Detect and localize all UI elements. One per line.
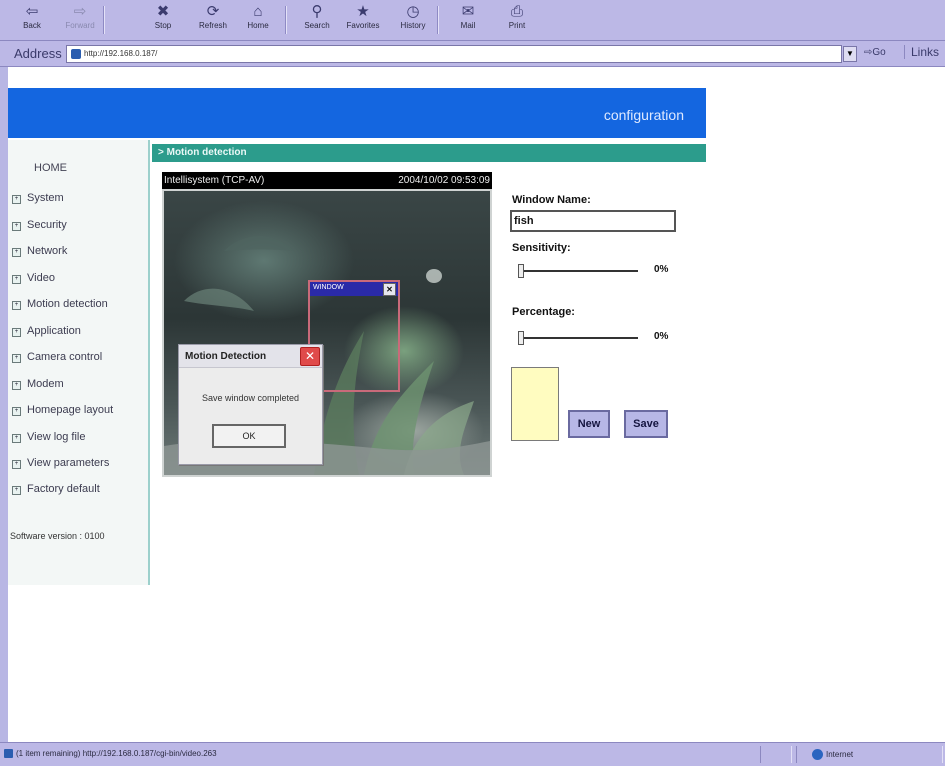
save-button[interactable]: Save bbox=[624, 410, 668, 438]
slider-track bbox=[518, 337, 638, 339]
expand-icon: + bbox=[12, 195, 21, 204]
expand-icon: + bbox=[12, 486, 21, 495]
sidebar-item-security[interactable]: + Security bbox=[12, 219, 67, 231]
sidebar-item-factory-default[interactable]: + Factory default bbox=[12, 483, 100, 495]
sidebar-item-home[interactable]: HOME bbox=[34, 162, 67, 174]
go-button[interactable]: ⇨Go bbox=[864, 47, 886, 58]
favorites-icon: ★ bbox=[356, 3, 370, 20]
motion-detection-dialog: Motion Detection ✕ Save window completed… bbox=[178, 344, 323, 465]
camera-name: Intellisystem (TCP-AV) bbox=[164, 175, 265, 186]
dialog-message: Save window completed bbox=[201, 393, 300, 403]
window-name-input[interactable]: fish bbox=[510, 210, 676, 232]
sidebar-item-motion-detection[interactable]: + Motion detection bbox=[12, 298, 108, 310]
forward-arrow-icon: ⇨ bbox=[73, 3, 87, 20]
close-icon[interactable]: ✕ bbox=[383, 283, 396, 296]
address-label: Address bbox=[14, 46, 62, 61]
banner-title: configuration bbox=[603, 107, 684, 123]
sidebar-item-system[interactable]: + System bbox=[12, 192, 64, 204]
percentage-slider[interactable]: 0% bbox=[518, 331, 688, 345]
sensitivity-slider[interactable]: 0% bbox=[518, 264, 688, 278]
expand-icon: + bbox=[12, 354, 21, 363]
dialog-close-button[interactable]: ✕ bbox=[300, 347, 320, 366]
refresh-icon: ⟳ bbox=[206, 3, 220, 20]
detection-window-titlebar[interactable]: WINDOW ✕ bbox=[310, 282, 398, 296]
camera-timestamp: 2004/10/02 09:53:09 bbox=[398, 175, 490, 186]
page-icon bbox=[71, 49, 81, 59]
forward-button[interactable]: ⇨ Forward bbox=[60, 3, 100, 37]
history-button[interactable]: ◷ History bbox=[393, 3, 433, 37]
header-banner: configuration bbox=[8, 88, 706, 138]
slider-thumb[interactable] bbox=[518, 331, 524, 345]
dialog-titlebar: Motion Detection ✕ bbox=[179, 345, 322, 368]
expand-icon: + bbox=[12, 301, 21, 310]
sidebar-item-view-log-file[interactable]: + View log file bbox=[12, 431, 86, 443]
refresh-button[interactable]: ⟳ Refresh bbox=[193, 3, 233, 37]
page-loading-icon bbox=[4, 749, 13, 758]
sidebar-nav: HOME + System + Security + Network + Video +… bbox=[8, 140, 150, 585]
print-icon: ⎙ bbox=[510, 3, 523, 20]
detection-window-label: WINDOW bbox=[313, 284, 344, 291]
status-pane bbox=[760, 746, 792, 763]
status-bar: (1 item remaining) http://192.168.0.187/… bbox=[0, 742, 945, 766]
stop-icon: ✖ bbox=[156, 3, 170, 20]
status-text: (1 item remaining) http://192.168.0.187/… bbox=[16, 749, 217, 758]
back-button[interactable]: ⇦ Back bbox=[12, 3, 52, 37]
section-title: > Motion detection bbox=[158, 147, 247, 158]
search-icon: ⚲ bbox=[311, 3, 323, 20]
sidebar-item-network[interactable]: + Network bbox=[12, 245, 67, 257]
toolbar-separator bbox=[437, 6, 439, 34]
percentage-label: Percentage: bbox=[512, 306, 575, 318]
globe-icon bbox=[812, 749, 823, 760]
history-icon: ◷ bbox=[406, 3, 420, 20]
percentage-value: 0% bbox=[654, 331, 669, 342]
home-icon: ⌂ bbox=[253, 3, 263, 20]
close-icon: ✕ bbox=[304, 349, 316, 363]
frame-edge bbox=[0, 67, 8, 742]
window-name-label: Window Name: bbox=[512, 194, 591, 206]
mail-button[interactable]: ✉ Mail bbox=[448, 3, 488, 37]
print-button[interactable]: ⎙ Print bbox=[497, 3, 537, 37]
expand-icon: + bbox=[12, 328, 21, 337]
mail-icon: ✉ bbox=[461, 3, 475, 20]
toolbar-separator bbox=[285, 6, 287, 34]
expand-icon: + bbox=[12, 434, 21, 443]
expand-icon: + bbox=[12, 407, 21, 416]
dialog-title: Motion Detection bbox=[185, 351, 267, 362]
new-button[interactable]: New bbox=[568, 410, 610, 438]
sensitivity-label: Sensitivity: bbox=[512, 242, 571, 254]
security-zone: Internet bbox=[826, 750, 854, 759]
links-button[interactable]: Links bbox=[904, 45, 939, 59]
expand-icon: + bbox=[12, 460, 21, 469]
sidebar-item-modem[interactable]: + Modem bbox=[12, 378, 64, 390]
back-arrow-icon: ⇦ bbox=[25, 3, 39, 20]
browser-toolbar: ⇦ Back ⇨ Forward ✖ Stop ⟳ Refresh ⌂ Home… bbox=[0, 0, 945, 41]
sidebar-item-video[interactable]: + Video bbox=[12, 272, 55, 284]
address-bar: Address http://192.168.0.187/ ▼ ⇨Go Link… bbox=[0, 41, 945, 67]
software-version: Software version : 0100 bbox=[10, 531, 105, 541]
toolbar-separator bbox=[103, 6, 105, 34]
sidebar-item-view-parameters[interactable]: + View parameters bbox=[12, 457, 109, 469]
address-dropdown-button[interactable]: ▼ bbox=[843, 46, 857, 62]
address-url: http://192.168.0.187/ bbox=[84, 49, 158, 58]
sidebar-item-homepage-layout[interactable]: + Homepage layout bbox=[12, 404, 113, 416]
sensitivity-value: 0% bbox=[654, 264, 669, 275]
favorites-button[interactable]: ★ Favorites bbox=[343, 3, 383, 37]
stop-button[interactable]: ✖ Stop bbox=[143, 3, 183, 37]
ok-button[interactable]: OK bbox=[212, 424, 286, 448]
sidebar-item-camera-control[interactable]: + Camera control bbox=[12, 351, 102, 363]
sidebar-item-application[interactable]: + Application bbox=[12, 325, 81, 337]
expand-icon: + bbox=[12, 381, 21, 390]
window-preview-swatch bbox=[511, 367, 559, 441]
section-header: > Motion detection bbox=[152, 144, 706, 162]
camera-header: Intellisystem (TCP-AV) 2004/10/02 09:53:… bbox=[162, 172, 492, 189]
expand-icon: + bbox=[12, 248, 21, 257]
address-input[interactable]: http://192.168.0.187/ bbox=[66, 45, 842, 63]
home-button[interactable]: ⌂ Home bbox=[238, 3, 278, 37]
expand-icon: + bbox=[12, 222, 21, 231]
expand-icon: + bbox=[12, 275, 21, 284]
slider-track bbox=[518, 270, 638, 272]
search-button[interactable]: ⚲ Search bbox=[297, 3, 337, 37]
slider-thumb[interactable] bbox=[518, 264, 524, 278]
chevron-down-icon: ▼ bbox=[846, 49, 854, 58]
